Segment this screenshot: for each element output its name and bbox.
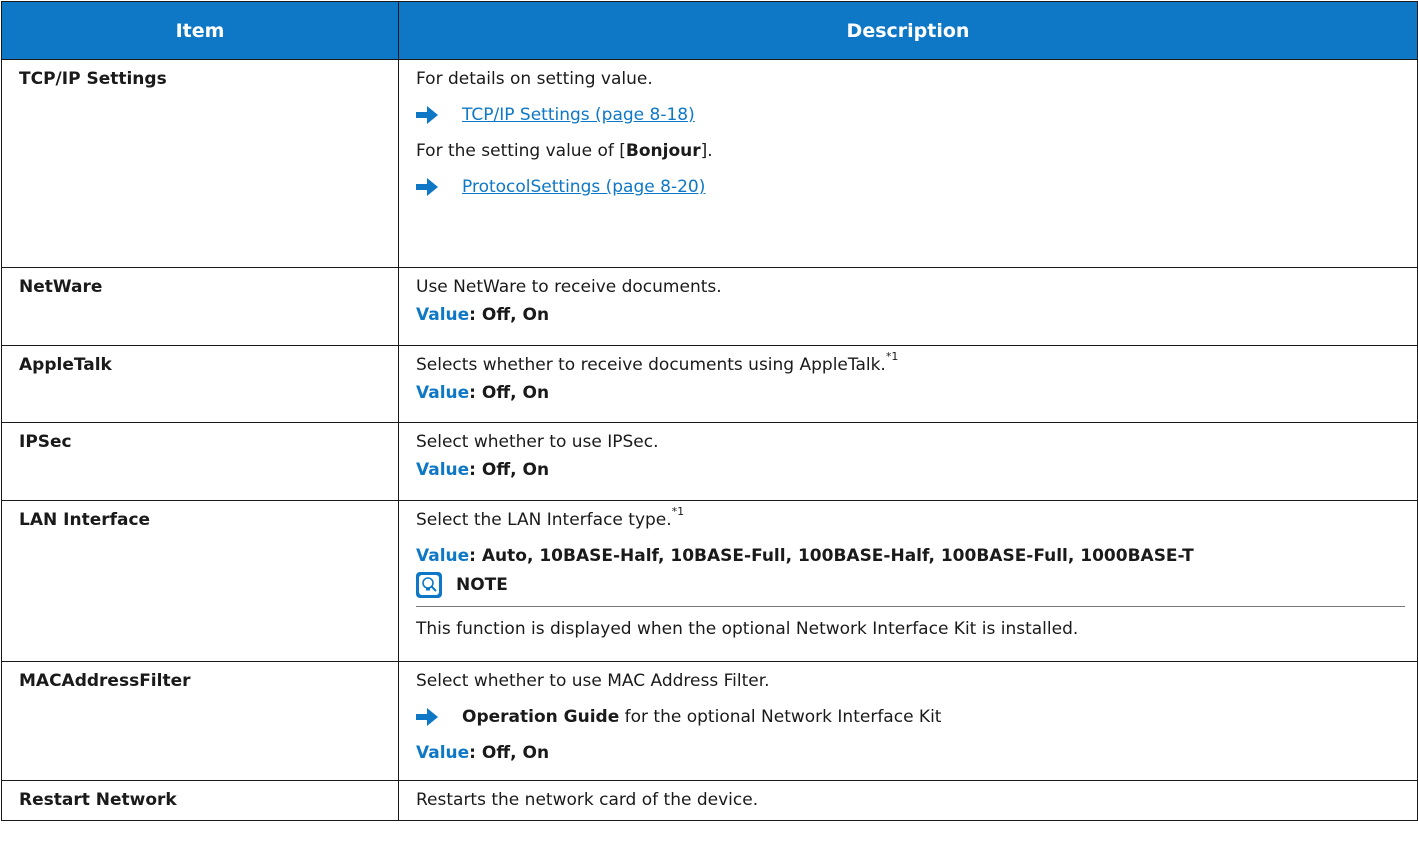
table-row-ipsec: IPSec Select whether to use IPSec. Value… xyxy=(1,422,1418,501)
table-row-netware: NetWare Use NetWare to receive documents… xyxy=(1,267,1418,346)
value-text: : Off, On xyxy=(469,305,550,325)
value-label: Value xyxy=(416,383,470,403)
table-row-tcpip-settings: TCP/IP Settings For details on setting v… xyxy=(1,59,1418,268)
item-cell: AppleTalk xyxy=(1,345,399,423)
value-text: : Off, On xyxy=(469,460,550,480)
column-header-item: Item xyxy=(1,1,399,60)
lightbulb-note-icon xyxy=(416,572,442,598)
description-text: For the setting value of [Bonjour]. xyxy=(416,137,1405,165)
description-cell: For details on setting value. TCP/IP Set… xyxy=(398,59,1418,268)
table-row-appletalk: AppleTalk Selects whether to receive doc… xyxy=(1,345,1418,423)
description-text: Use NetWare to receive documents. xyxy=(416,277,722,297)
right-arrow-icon xyxy=(416,106,438,124)
column-header-description: Description xyxy=(398,1,1418,60)
description-text: Select whether to use IPSec. xyxy=(416,432,659,452)
text-fragment: for the optional Network Interface Kit xyxy=(619,707,942,727)
text-fragment: Selects whether to receive documents usi… xyxy=(416,355,886,375)
table-row-restart-network: Restart Network Restarts the network car… xyxy=(1,780,1418,821)
value-line: Value: Off, On xyxy=(416,456,1405,484)
bonjour-label: Bonjour xyxy=(625,141,701,161)
value-label: Value xyxy=(416,743,470,763)
table-header-row: Item Description xyxy=(1,1,1418,60)
description-cell: Select whether to use IPSec. Value: Off,… xyxy=(398,422,1418,501)
description-cell: Select the LAN Interface type.*1 Value: … xyxy=(398,500,1418,662)
description-text: Select whether to use MAC Address Filter… xyxy=(416,671,770,691)
footnote-marker: *1 xyxy=(885,350,899,364)
description-text: Select the LAN Interface type.*1 xyxy=(416,506,1405,534)
operation-guide-label: Operation Guide xyxy=(462,707,620,727)
settings-table: Item Description TCP/IP Settings For det… xyxy=(1,1,1418,821)
item-cell: TCP/IP Settings xyxy=(1,59,399,268)
note-heading: NOTE xyxy=(416,572,1405,598)
description-cell: Restarts the network card of the device. xyxy=(398,780,1418,821)
protocol-settings-link[interactable]: ProtocolSettings (page 8-20) xyxy=(462,173,705,201)
right-arrow-icon xyxy=(416,708,438,726)
value-label: Value xyxy=(416,460,470,480)
reference-line: Operation Guide for the optional Network… xyxy=(416,703,1405,731)
description-cell: Use NetWare to receive documents. Value:… xyxy=(398,267,1418,346)
description-cell: Selects whether to receive documents usi… xyxy=(398,345,1418,423)
description-text: Restarts the network card of the device. xyxy=(416,790,759,810)
table-row-mac-address-filter: MACAddressFilter Select whether to use M… xyxy=(1,661,1418,781)
footnote-marker: *1 xyxy=(671,505,685,519)
description-text: Selects whether to receive documents usi… xyxy=(416,351,1405,379)
table-row-lan-interface: LAN Interface Select the LAN Interface t… xyxy=(1,500,1418,662)
item-cell: IPSec xyxy=(1,422,399,501)
description-cell: Select whether to use MAC Address Filter… xyxy=(398,661,1418,781)
value-text: : Off, On xyxy=(469,383,550,403)
value-label: Value xyxy=(416,305,470,325)
text-fragment: Select the LAN Interface type. xyxy=(416,510,672,530)
item-cell: NetWare xyxy=(1,267,399,346)
right-arrow-icon xyxy=(416,178,438,196)
value-label: Value xyxy=(416,546,470,566)
text-fragment: ]. xyxy=(700,141,713,161)
tcpip-settings-link[interactable]: TCP/IP Settings (page 8-18) xyxy=(462,101,695,129)
text-fragment: For the setting value of [ xyxy=(416,141,626,161)
reference-line: ProtocolSettings (page 8-20) xyxy=(416,173,1405,201)
note-label: NOTE xyxy=(456,575,508,595)
value-line: Value: Off, On xyxy=(416,739,1405,767)
value-text: : Auto, 10BASE-Half, 10BASE-Full, 100BAS… xyxy=(469,546,1194,566)
description-text: For details on setting value. xyxy=(416,69,653,89)
item-cell: Restart Network xyxy=(1,780,399,821)
item-cell: MACAddressFilter xyxy=(1,661,399,781)
reference-line: TCP/IP Settings (page 8-18) xyxy=(416,101,1405,129)
item-cell: LAN Interface xyxy=(1,500,399,662)
value-line: Value: Off, On xyxy=(416,379,1405,407)
value-line: Value: Auto, 10BASE-Half, 10BASE-Full, 1… xyxy=(416,542,1405,570)
value-line: Value: Off, On xyxy=(416,301,1405,329)
value-text: : Off, On xyxy=(469,743,550,763)
note-text: This function is displayed when the opti… xyxy=(416,606,1405,643)
